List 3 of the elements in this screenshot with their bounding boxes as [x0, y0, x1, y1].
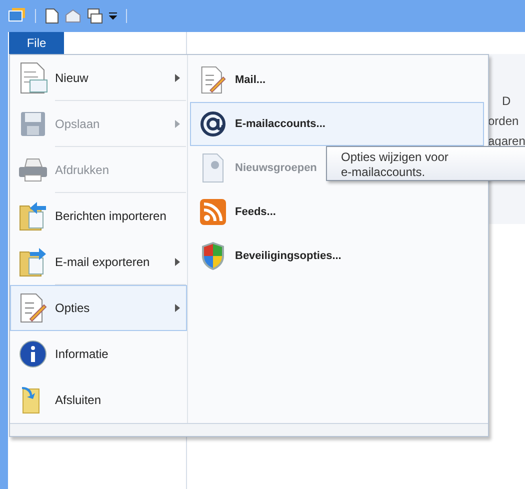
background-text: D: [502, 94, 512, 108]
background-text: orden: [488, 114, 520, 128]
tooltip: Opties wijzigen voor e-mailaccounts.: [326, 146, 525, 181]
